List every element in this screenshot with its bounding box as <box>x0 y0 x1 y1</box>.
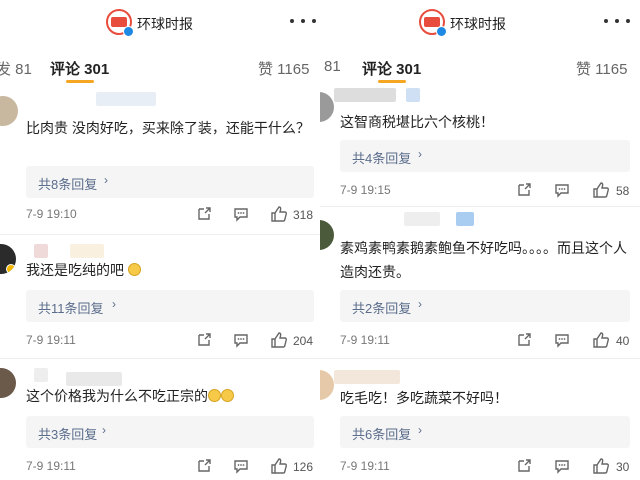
username-blurred <box>70 244 104 258</box>
tab-likes[interactable]: 赞 1165 <box>576 58 627 79</box>
chevron-right-icon: › <box>418 147 422 161</box>
like-icon[interactable] <box>270 457 288 475</box>
chevron-right-icon: › <box>104 173 108 187</box>
divider <box>0 358 320 359</box>
like-count: 318 <box>293 208 314 222</box>
comment-icon[interactable] <box>233 458 249 474</box>
share-icon[interactable] <box>516 458 532 474</box>
divider <box>320 358 640 359</box>
replies-link[interactable]: 共11条回复 › <box>26 290 314 322</box>
username-blurred <box>34 368 48 382</box>
comment-icon[interactable] <box>554 182 570 198</box>
replies-link[interactable]: 共4条回复 › <box>340 140 630 172</box>
tab-underline <box>378 80 406 83</box>
avatar[interactable] <box>0 368 16 398</box>
avatar[interactable] <box>320 92 334 122</box>
chevron-right-icon: › <box>418 423 422 437</box>
comment-time: 7-9 19:15 <box>340 183 391 197</box>
avatar[interactable] <box>320 220 334 250</box>
avatar[interactable] <box>0 244 16 274</box>
replies-label: 共8条回复 <box>38 177 98 192</box>
comment-text: 我还是吃纯的吧 <box>26 258 310 282</box>
tab-underline <box>66 80 94 83</box>
comment-icon[interactable] <box>233 206 249 222</box>
brand-logo[interactable] <box>419 9 447 37</box>
share-icon[interactable] <box>196 458 212 474</box>
tab-comments[interactable]: 评论 301 <box>50 58 109 79</box>
brand-logo[interactable] <box>106 9 134 37</box>
more-icon[interactable] <box>290 12 316 30</box>
username-blurred <box>406 88 420 102</box>
more-icon[interactable] <box>604 12 630 30</box>
top-bar: 环球时报 <box>0 0 320 44</box>
like-count: 58 <box>616 184 630 198</box>
divider <box>0 234 320 235</box>
tab-comments[interactable]: 评论 301 <box>362 58 421 79</box>
comment-text: 吃毛吃！多吃蔬菜不好吗！ <box>340 390 508 406</box>
replies-link[interactable]: 共8条回复 › <box>26 166 314 198</box>
verified-icon <box>6 264 16 274</box>
chevron-right-icon: › <box>102 423 106 437</box>
comment-time: 7-9 19:11 <box>26 459 76 473</box>
comment-time: 7-9 19:11 <box>340 333 390 347</box>
username-blurred <box>96 92 156 106</box>
like-icon[interactable] <box>270 331 288 349</box>
like-icon[interactable] <box>592 457 610 475</box>
tab-reposts[interactable]: 发 81 <box>0 58 32 79</box>
username-blurred <box>34 244 48 258</box>
username-blurred <box>334 88 396 102</box>
right-panel: 环球时报 81 评论 301 赞 1165 这智商税堪比六个核桃！ 共4条回复 … <box>320 0 640 480</box>
top-bar: 环球时报 <box>320 0 640 44</box>
avatar[interactable] <box>0 96 18 126</box>
replies-link[interactable]: 共2条回复 › <box>340 290 630 322</box>
comment-text: 素鸡素鸭素鹅素鲍鱼不好吃吗。。。。而且这个人造肉还贵。 <box>340 240 627 280</box>
like-count: 126 <box>293 460 314 474</box>
like-count: 30 <box>616 460 630 474</box>
tab-reposts[interactable]: 81 <box>324 58 341 75</box>
username-blurred <box>404 212 440 226</box>
comment-text: 这个价格我为什么不吃正宗的 <box>26 384 310 408</box>
replies-label: 共6条回复 <box>352 427 412 442</box>
replies-label: 共4条回复 <box>352 151 412 166</box>
smile-emoji-icon <box>208 389 221 402</box>
replies-link[interactable]: 共6条回复 › <box>340 416 630 448</box>
replies-label: 共3条回复 <box>38 427 98 442</box>
smile-emoji-icon <box>221 389 234 402</box>
comment-time: 7-9 19:10 <box>26 207 77 221</box>
username-blurred <box>334 370 400 384</box>
comment-time: 7-9 19:11 <box>340 459 390 473</box>
verified-icon <box>436 26 447 37</box>
share-icon[interactable] <box>516 332 532 348</box>
replies-link[interactable]: 共3条回复 › <box>26 416 314 448</box>
comment-text: 比肉贵 没肉好吃，买来除了装，还能干什么？ <box>26 120 310 136</box>
like-count: 204 <box>293 334 314 348</box>
comment-icon[interactable] <box>554 332 570 348</box>
chevron-right-icon: › <box>418 297 422 311</box>
comment-text: 这智商税堪比六个核桃！ <box>340 114 494 130</box>
like-icon[interactable] <box>270 205 288 223</box>
tab-likes[interactable]: 赞 1165 <box>258 58 309 79</box>
tab-bar: 发 81 评论 301 赞 1165 <box>0 52 320 83</box>
share-icon[interactable] <box>516 182 532 198</box>
brand-name[interactable]: 环球时报 <box>137 14 193 34</box>
left-panel: 环球时报 发 81 评论 301 赞 1165 比肉贵 没肉好吃，买来除了装，还… <box>0 0 320 480</box>
smile-emoji-icon <box>127 263 141 276</box>
tab-bar: 81 评论 301 赞 1165 <box>320 52 640 83</box>
share-icon[interactable] <box>196 332 212 348</box>
username-blurred <box>456 212 474 226</box>
like-icon[interactable] <box>592 181 610 199</box>
chevron-right-icon: › <box>112 297 116 311</box>
replies-label: 共2条回复 <box>352 301 412 316</box>
comment-icon[interactable] <box>233 332 249 348</box>
share-icon[interactable] <box>196 206 212 222</box>
replies-label: 共11条回复 <box>38 301 104 316</box>
comment-icon[interactable] <box>554 458 570 474</box>
like-count: 40 <box>616 334 630 348</box>
divider <box>320 206 640 207</box>
like-icon[interactable] <box>592 331 610 349</box>
comment-time: 7-9 19:11 <box>26 333 76 347</box>
avatar[interactable] <box>320 370 334 400</box>
verified-icon <box>123 26 134 37</box>
brand-name[interactable]: 环球时报 <box>450 14 506 34</box>
